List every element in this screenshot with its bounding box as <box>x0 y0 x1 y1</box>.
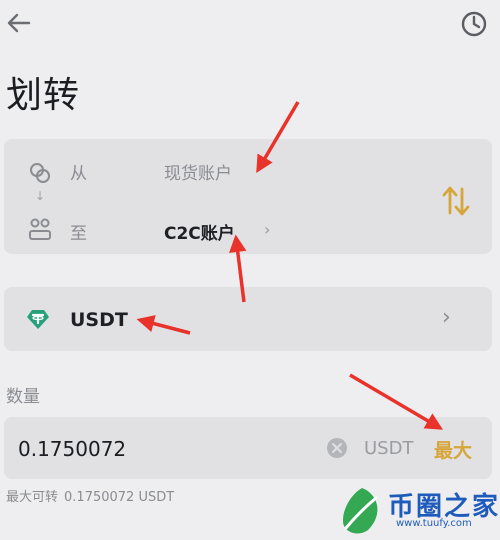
leaf-logo-icon <box>338 486 386 536</box>
chevron-right-icon[interactable]: › <box>442 305 451 330</box>
page-title: 划转 <box>6 75 81 116</box>
history-clock-icon[interactable] <box>458 8 490 40</box>
from-label: 从 <box>70 164 87 184</box>
transfer-accounts-card: ↓ 从 现货账户 至 C2C账户 › <box>4 139 492 254</box>
max-transferable-value: 0.1750072 USDT <box>64 490 175 505</box>
from-account-select[interactable]: 现货账户 <box>164 159 232 184</box>
watermark: 币圈之家 www.tuufy.com <box>338 480 500 539</box>
max-transferable-label: 最大可转 <box>6 490 59 505</box>
to-account-icon <box>26 215 54 243</box>
watermark-url: www.tuufy.com <box>396 518 472 529</box>
coin-name: USDT <box>70 309 128 331</box>
amount-input-box[interactable]: 0.1750072 USDT 最大 <box>4 417 492 479</box>
max-button[interactable]: 最大 <box>434 436 472 463</box>
from-account-icon <box>26 159 54 187</box>
to-account-select[interactable]: C2C账户 <box>164 219 235 244</box>
usdt-coin-icon <box>26 307 50 331</box>
swap-icon[interactable] <box>438 181 474 221</box>
back-arrow-icon[interactable] <box>4 8 34 38</box>
amount-input[interactable]: 0.1750072 <box>18 437 126 461</box>
amount-unit: USDT <box>364 438 414 459</box>
to-label: 至 <box>70 224 87 244</box>
max-transferable-text: 最大可转 0.1750072 USDT <box>6 486 180 505</box>
coin-selector[interactable]: USDT › <box>4 287 492 351</box>
down-arrow-icon: ↓ <box>35 189 46 203</box>
clear-icon[interactable] <box>326 437 348 459</box>
chevron-right-icon[interactable]: › <box>264 220 270 239</box>
amount-label: 数量 <box>6 387 40 407</box>
